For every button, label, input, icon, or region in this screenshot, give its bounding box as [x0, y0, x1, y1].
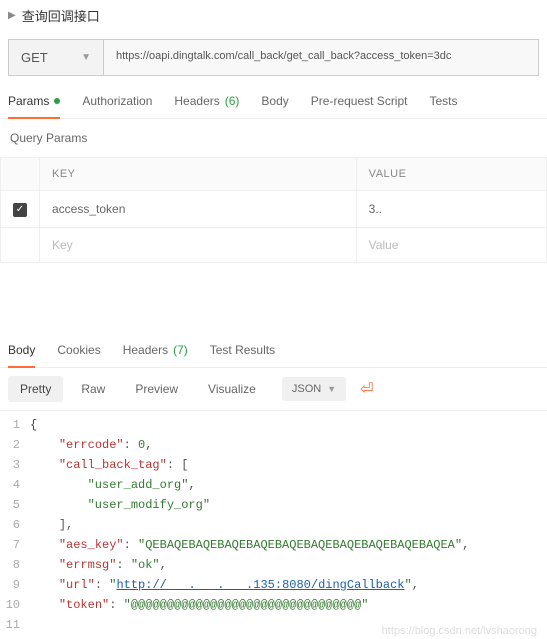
- param-key[interactable]: access_token: [40, 191, 357, 228]
- view-preview[interactable]: Preview: [123, 376, 190, 402]
- code-line: 1{: [0, 415, 547, 435]
- table-row-placeholder: KeyValue: [1, 227, 547, 262]
- value-placeholder[interactable]: Value: [356, 227, 546, 262]
- section-header[interactable]: ▶ 查询回调接口: [0, 0, 547, 31]
- tab-headers[interactable]: Headers(6): [174, 94, 239, 118]
- code-line: 3 "call_back_tag": [: [0, 455, 547, 475]
- request-bar: GET ▼ https://oapi.dingtalk.com/call_bac…: [8, 39, 539, 76]
- active-dot-icon: [54, 98, 60, 104]
- url-input[interactable]: https://oapi.dingtalk.com/call_back/get_…: [104, 40, 538, 75]
- code-line: 5 "user_modify_org": [0, 495, 547, 515]
- key-placeholder[interactable]: Key: [40, 227, 357, 262]
- chevron-down-icon: ▼: [81, 52, 91, 63]
- response-body: 1{2 "errcode": 0,3 "call_back_tag": [4 "…: [0, 411, 547, 639]
- response-tabs: Body Cookies Headers(7) Test Results: [0, 333, 547, 368]
- chevron-right-icon: ▶: [8, 10, 16, 21]
- code-line: 8 "errmsg": "ok",: [0, 555, 547, 575]
- view-raw[interactable]: Raw: [69, 376, 117, 402]
- resp-tab-headers[interactable]: Headers(7): [123, 343, 188, 367]
- tab-body[interactable]: Body: [261, 94, 288, 118]
- col-value: VALUE: [356, 158, 546, 191]
- table-row: ✓ access_token3..: [1, 191, 547, 228]
- tab-tests[interactable]: Tests: [429, 94, 457, 118]
- code-line: 2 "errcode": 0,: [0, 435, 547, 455]
- request-tabs: Params Authorization Headers(6) Body Pre-req…: [0, 84, 547, 119]
- method-select[interactable]: GET ▼: [9, 40, 104, 75]
- view-pretty[interactable]: Pretty: [8, 376, 63, 402]
- body-type-select[interactable]: JSON▼: [282, 377, 346, 401]
- code-line: 7 "aes_key": "QEBAQEBAQEBAQEBAQEBAQEBAQE…: [0, 535, 547, 555]
- chevron-down-icon: ▼: [327, 384, 336, 394]
- col-key: KEY: [40, 158, 357, 191]
- query-params-title: Query Params: [0, 119, 547, 151]
- tab-pre-request-script[interactable]: Pre-request Script: [311, 94, 408, 118]
- resp-tab-body[interactable]: Body: [8, 343, 35, 367]
- resp-tab-test-results[interactable]: Test Results: [210, 343, 275, 367]
- resp-tab-cookies[interactable]: Cookies: [57, 343, 100, 367]
- tab-params[interactable]: Params: [8, 94, 60, 118]
- col-check: [1, 158, 40, 191]
- checkbox-icon[interactable]: ✓: [13, 203, 27, 217]
- tab-authorization[interactable]: Authorization: [82, 94, 152, 118]
- code-line: 4 "user_add_org",: [0, 475, 547, 495]
- watermark: https://blog.csdn.net/lvshaorong: [382, 625, 537, 637]
- section-title: 查询回调接口: [22, 6, 100, 25]
- code-line: 10 "token": "@@@@@@@@@@@@@@@@@@@@@@@@@@@…: [0, 595, 547, 615]
- code-line: 9 "url": "http:// . . .135:8080/dingCall…: [0, 575, 547, 595]
- query-params-table: KEY VALUE ✓ access_token3..KeyValue: [0, 157, 547, 263]
- method-label: GET: [21, 50, 48, 65]
- param-value[interactable]: 3..: [356, 191, 546, 228]
- wrap-icon[interactable]: ⏎: [360, 379, 373, 399]
- view-visualize[interactable]: Visualize: [196, 376, 268, 402]
- code-line: 6 ],: [0, 515, 547, 535]
- body-view-bar: PrettyRawPreviewVisualize JSON▼ ⏎: [0, 368, 547, 411]
